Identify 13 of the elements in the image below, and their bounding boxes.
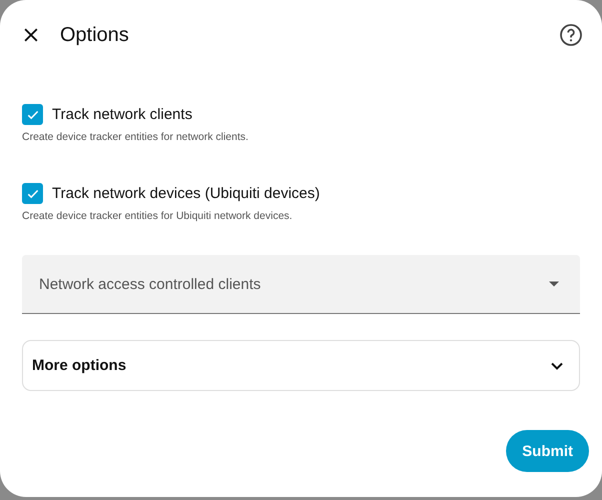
checkbox-label: Track network clients [52,106,192,123]
select-field[interactable]: Network access controlled clients [22,255,580,314]
checkbox[interactable] [22,104,43,125]
checkbox-label: Track network devices (Ubiquiti devices) [52,185,320,202]
dropdown-arrow-icon [549,281,559,287]
option-description: Create device tracker entities for Ubiquiti network devices. [22,210,294,222]
help-icon[interactable] [559,23,583,47]
dialog-title: Options [60,24,129,46]
option-description: Create device tracker entities for network clients. [22,131,250,143]
select-placeholder: Network access controlled clients [39,276,261,292]
panel-title: More options [32,357,126,374]
more-options-panel[interactable]: More options [22,340,580,391]
checkbox[interactable] [22,183,43,204]
